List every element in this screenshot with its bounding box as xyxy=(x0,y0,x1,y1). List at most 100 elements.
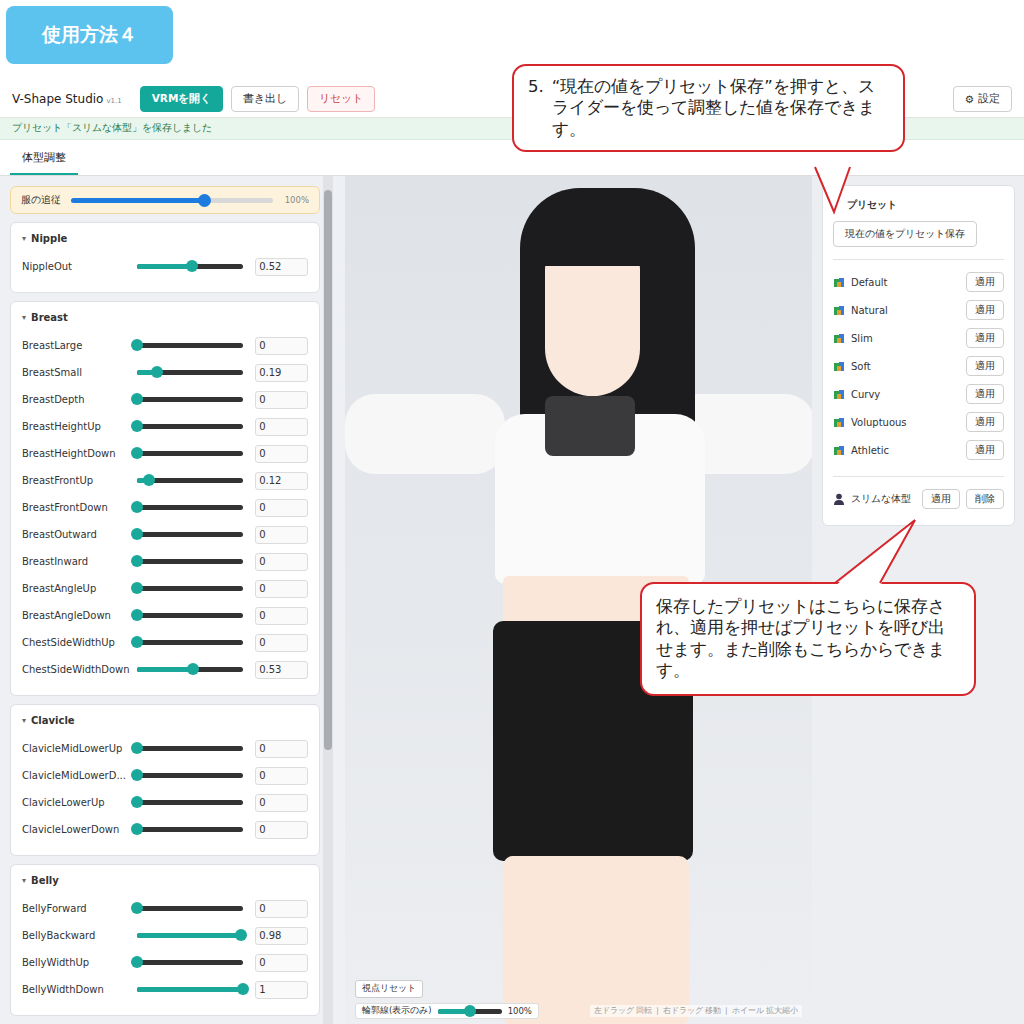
slider-track[interactable] xyxy=(137,987,244,992)
value-field[interactable]: 0 xyxy=(255,767,308,785)
section-header[interactable]: ▾Nipple xyxy=(11,223,319,253)
value-field[interactable]: 0.53 xyxy=(255,661,308,679)
value-field[interactable]: 0.19 xyxy=(255,364,308,382)
value-field[interactable]: 0 xyxy=(255,445,308,463)
collapse-icon[interactable]: ▾ xyxy=(22,716,26,725)
slider-thumb[interactable] xyxy=(131,636,143,648)
value-field[interactable]: 0.12 xyxy=(255,472,308,490)
slider-track[interactable] xyxy=(137,746,244,751)
slider-track[interactable] xyxy=(137,773,244,778)
slider-thumb[interactable] xyxy=(237,983,249,995)
apply-button[interactable]: 適用 xyxy=(922,489,960,509)
value-field[interactable]: 0 xyxy=(255,418,308,436)
slider-track[interactable] xyxy=(137,960,244,965)
view-reset-button[interactable]: 視点リセット xyxy=(355,980,423,998)
slider-row: BellyWidthDown1 xyxy=(11,976,319,1003)
slider-track[interactable] xyxy=(137,370,244,375)
collapse-icon[interactable]: ▾ xyxy=(22,313,26,322)
slider-track[interactable] xyxy=(137,800,244,805)
slider-track[interactable] xyxy=(137,827,244,832)
value-field[interactable]: 0 xyxy=(255,553,308,571)
save-preset-button[interactable]: 現在の値をプリセット保存 xyxy=(833,221,977,247)
follow-slider[interactable] xyxy=(71,198,273,203)
slider-track[interactable] xyxy=(137,532,244,537)
delete-button[interactable]: 削除 xyxy=(966,489,1004,509)
apply-button[interactable]: 適用 xyxy=(966,440,1004,460)
collapse-icon[interactable]: ▾ xyxy=(22,234,26,243)
apply-button[interactable]: 適用 xyxy=(966,384,1004,404)
apply-button[interactable]: 適用 xyxy=(966,272,1004,292)
value-field[interactable]: 0 xyxy=(255,391,308,409)
value-field[interactable]: 0 xyxy=(255,634,308,652)
follow-card: 服の追従100% xyxy=(10,186,320,214)
slider-track[interactable] xyxy=(137,505,244,510)
value-field[interactable]: 0 xyxy=(255,900,308,918)
tab[interactable]: 体型調整 xyxy=(10,145,78,175)
slider-track[interactable] xyxy=(137,559,244,564)
slider-track[interactable] xyxy=(137,451,244,456)
outline-thumb[interactable] xyxy=(464,1005,476,1017)
slider-thumb[interactable] xyxy=(187,663,199,675)
slider-track[interactable] xyxy=(137,613,244,618)
slider-thumb[interactable] xyxy=(143,474,155,486)
slider-thumb[interactable] xyxy=(131,447,143,459)
value-field[interactable]: 1 xyxy=(255,981,308,999)
slider-thumb[interactable] xyxy=(131,420,143,432)
outline-slider[interactable] xyxy=(438,1009,502,1014)
preset-item: スリムな体型適用削除 xyxy=(833,485,1004,513)
follow-thumb[interactable] xyxy=(198,194,211,207)
section-header[interactable]: ▾Belly xyxy=(11,865,319,895)
slider-thumb[interactable] xyxy=(235,929,247,941)
slider-thumb[interactable] xyxy=(131,582,143,594)
slider-track[interactable] xyxy=(137,478,244,483)
value-field[interactable]: 0.52 xyxy=(255,258,308,276)
scrollbar-thumb[interactable] xyxy=(324,190,332,750)
value-field[interactable]: 0 xyxy=(255,526,308,544)
value-field[interactable]: 0 xyxy=(255,821,308,839)
collapse-icon[interactable]: ▾ xyxy=(22,876,26,885)
user-icon xyxy=(833,493,845,505)
slider-thumb[interactable] xyxy=(131,769,143,781)
value-field[interactable]: 0 xyxy=(255,580,308,598)
toolbar-button[interactable]: VRMを開く xyxy=(140,86,224,112)
apply-button[interactable]: 適用 xyxy=(966,412,1004,432)
value-field[interactable]: 0 xyxy=(255,607,308,625)
apply-button[interactable]: 適用 xyxy=(966,328,1004,348)
section-header[interactable]: ▾Clavicle xyxy=(11,705,319,735)
slider-track[interactable] xyxy=(137,264,244,269)
toolbar-button[interactable]: リセット xyxy=(307,86,375,112)
apply-button[interactable]: 適用 xyxy=(966,300,1004,320)
slider-track[interactable] xyxy=(137,667,244,672)
slider-track[interactable] xyxy=(137,397,244,402)
slider-thumb[interactable] xyxy=(131,609,143,621)
slider-thumb[interactable] xyxy=(131,796,143,808)
slider-track[interactable] xyxy=(137,586,244,591)
slider-track[interactable] xyxy=(137,640,244,645)
slider-track[interactable] xyxy=(137,343,244,348)
slider-track[interactable] xyxy=(137,424,244,429)
apply-button[interactable]: 適用 xyxy=(966,356,1004,376)
slider-thumb[interactable] xyxy=(131,956,143,968)
value-field[interactable]: 0 xyxy=(255,794,308,812)
slider-thumb[interactable] xyxy=(131,528,143,540)
slider-thumb[interactable] xyxy=(131,823,143,835)
section-header[interactable]: ▾Breast xyxy=(11,302,319,332)
slider-thumb[interactable] xyxy=(131,742,143,754)
value-field[interactable]: 0 xyxy=(255,337,308,355)
slider-track[interactable] xyxy=(137,906,244,911)
slider-thumb[interactable] xyxy=(131,339,143,351)
slider-track[interactable] xyxy=(137,933,244,938)
value-field[interactable]: 0.98 xyxy=(255,927,308,945)
slider-thumb[interactable] xyxy=(131,902,143,914)
slider-thumb[interactable] xyxy=(186,260,198,272)
slider-thumb[interactable] xyxy=(131,393,143,405)
slider-thumb[interactable] xyxy=(131,501,143,513)
settings-button[interactable]: ⚙設定 xyxy=(953,86,1012,112)
value-field[interactable]: 0 xyxy=(255,499,308,517)
slider-thumb[interactable] xyxy=(151,366,163,378)
scrollbar[interactable] xyxy=(323,176,333,1024)
value-field[interactable]: 0 xyxy=(255,954,308,972)
value-field[interactable]: 0 xyxy=(255,740,308,758)
slider-thumb[interactable] xyxy=(131,555,143,567)
toolbar-button[interactable]: 書き出し xyxy=(231,86,299,112)
